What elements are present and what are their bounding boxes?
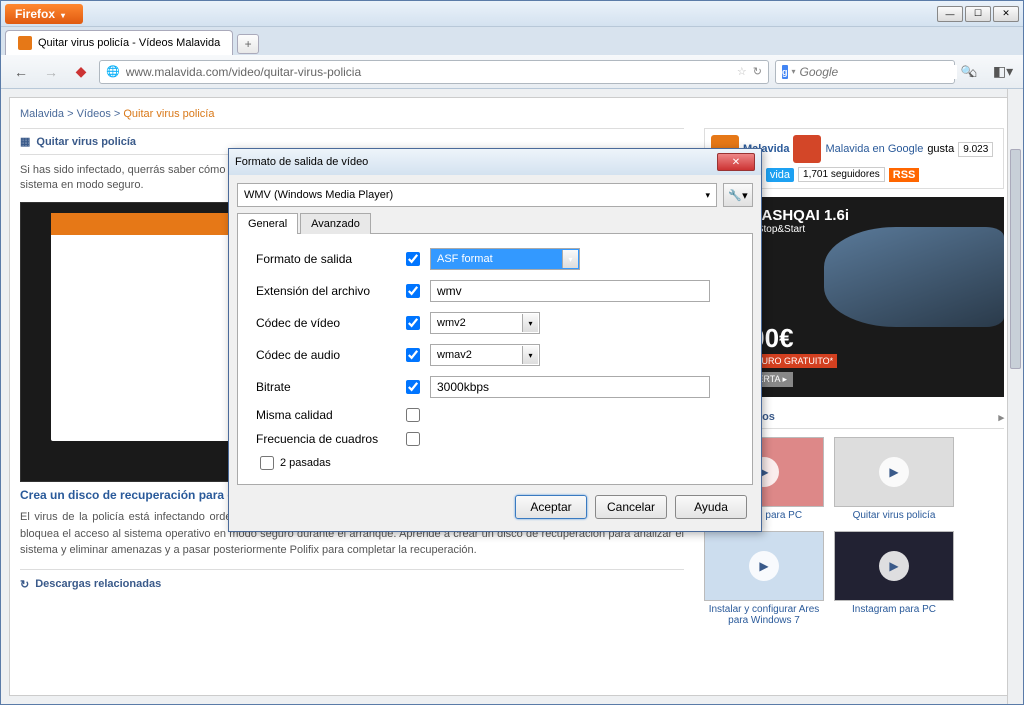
- label-framerate: Frecuencia de cuadros: [256, 432, 396, 446]
- label-bitrate: Bitrate: [256, 380, 396, 394]
- video-codec-select[interactable]: wmv2▾: [430, 312, 540, 334]
- breadcrumb-link[interactable]: Malavida: [20, 108, 64, 120]
- bitrate-input[interactable]: [430, 376, 710, 398]
- label-video-codec: Códec de vídeo: [256, 316, 396, 330]
- minimize-button[interactable]: —: [937, 6, 963, 22]
- play-icon: ▶: [749, 551, 779, 581]
- car-image: [824, 227, 1004, 327]
- dialog-titlebar[interactable]: Formato de salida de vídeo ✕: [229, 149, 761, 175]
- chevron-down-icon: ▾: [562, 250, 578, 268]
- check-same-quality[interactable]: [406, 408, 420, 422]
- settings-button[interactable]: 🔧▾: [723, 183, 753, 207]
- home-button[interactable]: ⌂: [961, 60, 985, 84]
- related-heading: ↻ Descargas relacionadas: [20, 569, 684, 595]
- check-two-pass[interactable]: [260, 456, 274, 470]
- nav-toolbar: ← → ◆ 🌐 ☆ ↻ g ▾ 🔍 ⌂ ◧▾: [1, 55, 1023, 89]
- globe-icon: 🌐: [106, 65, 120, 78]
- cancel-button[interactable]: Cancelar: [595, 495, 667, 519]
- ok-button[interactable]: Aceptar: [515, 495, 587, 519]
- chevron-down-icon[interactable]: ▾: [792, 67, 796, 76]
- dialog-title: Formato de salida de vídeo: [235, 156, 368, 168]
- chevron-down-icon: ▾: [522, 314, 538, 332]
- search-bar[interactable]: g ▾ 🔍: [775, 60, 955, 84]
- new-tab-button[interactable]: +: [237, 34, 259, 54]
- google-icon: g: [782, 65, 788, 79]
- label-audio-codec: Códec de audio: [256, 348, 396, 362]
- play-icon: ▶: [879, 457, 909, 487]
- url-input[interactable]: [126, 65, 731, 79]
- play-icon: ▶: [879, 551, 909, 581]
- film-icon: ▦: [20, 135, 30, 148]
- check-file-ext[interactable]: [406, 284, 420, 298]
- reload-icon[interactable]: ↻: [753, 65, 762, 78]
- chevron-down-icon: ▾: [705, 190, 710, 201]
- check-output-format[interactable]: [406, 252, 420, 266]
- audio-codec-select[interactable]: wmav2▾: [430, 344, 540, 366]
- video-format-dialog: Formato de salida de vídeo ✕ WMV (Window…: [228, 148, 762, 532]
- tab-bar: Quitar virus policía - Vídeos Malavida +: [1, 27, 1023, 55]
- label-two-pass: 2 pasadas: [280, 457, 331, 469]
- bookmark-star-icon[interactable]: ☆: [737, 65, 747, 78]
- followers-count: 1,701 seguidores: [798, 167, 885, 182]
- video-item[interactable]: ▶Quitar virus policía: [834, 437, 954, 521]
- video-item[interactable]: ▶Instagram para PC: [834, 531, 954, 626]
- maximize-button[interactable]: ☐: [965, 6, 991, 22]
- favicon-icon: [18, 36, 32, 50]
- chevron-down-icon: ▾: [522, 346, 538, 364]
- bookmarks-button[interactable]: ◧▾: [991, 60, 1015, 84]
- gplus-icon[interactable]: [793, 135, 821, 163]
- like-count: 9.023: [958, 142, 993, 157]
- scrollbar[interactable]: [1007, 89, 1023, 704]
- tab-general[interactable]: General: [237, 213, 298, 234]
- rss-badge[interactable]: RSS: [889, 168, 920, 182]
- back-button[interactable]: ←: [9, 60, 33, 84]
- scrollbar-thumb[interactable]: [1010, 149, 1021, 369]
- format-dropdown[interactable]: WMV (Windows Media Player) ▾: [237, 183, 717, 207]
- file-ext-input[interactable]: [430, 280, 710, 302]
- check-audio-codec[interactable]: [406, 348, 420, 362]
- titlebar: Firefox — ☐ ✕: [1, 1, 1023, 27]
- check-framerate[interactable]: [406, 432, 420, 446]
- video-item[interactable]: ▶Instalar y configurar Ares para Windows…: [704, 531, 824, 626]
- wrench-icon: 🔧▾: [728, 189, 747, 202]
- forward-button[interactable]: →: [39, 60, 63, 84]
- label-output-format: Formato de salida: [256, 252, 396, 266]
- chevron-right-icon[interactable]: ▸: [998, 411, 1004, 424]
- help-button[interactable]: Ayuda: [675, 495, 747, 519]
- dialog-form: Formato de salida ASF format▾ Extensión …: [237, 234, 753, 485]
- refresh-icon: ↻: [20, 578, 29, 591]
- label-file-ext: Extensión del archivo: [256, 284, 396, 298]
- label-same-quality: Misma calidad: [256, 408, 396, 422]
- firefox-menu-button[interactable]: Firefox: [5, 4, 83, 24]
- addon-icon[interactable]: ◆: [69, 60, 93, 84]
- url-bar[interactable]: 🌐 ☆ ↻: [99, 60, 769, 84]
- breadcrumb-link[interactable]: Vídeos: [77, 108, 111, 120]
- output-format-select[interactable]: ASF format▾: [430, 248, 580, 270]
- check-bitrate[interactable]: [406, 380, 420, 394]
- breadcrumb-current: Quitar virus policía: [123, 108, 214, 120]
- close-button[interactable]: ✕: [993, 6, 1019, 22]
- search-input[interactable]: [800, 65, 957, 79]
- tab-title: Quitar virus policía - Vídeos Malavida: [38, 37, 220, 49]
- check-video-codec[interactable]: [406, 316, 420, 330]
- browser-tab[interactable]: Quitar virus policía - Vídeos Malavida: [5, 30, 233, 55]
- dialog-close-button[interactable]: ✕: [717, 153, 755, 171]
- tab-advanced[interactable]: Avanzado: [300, 213, 371, 234]
- breadcrumb: Malavida > Vídeos > Quitar virus policía: [20, 108, 1004, 120]
